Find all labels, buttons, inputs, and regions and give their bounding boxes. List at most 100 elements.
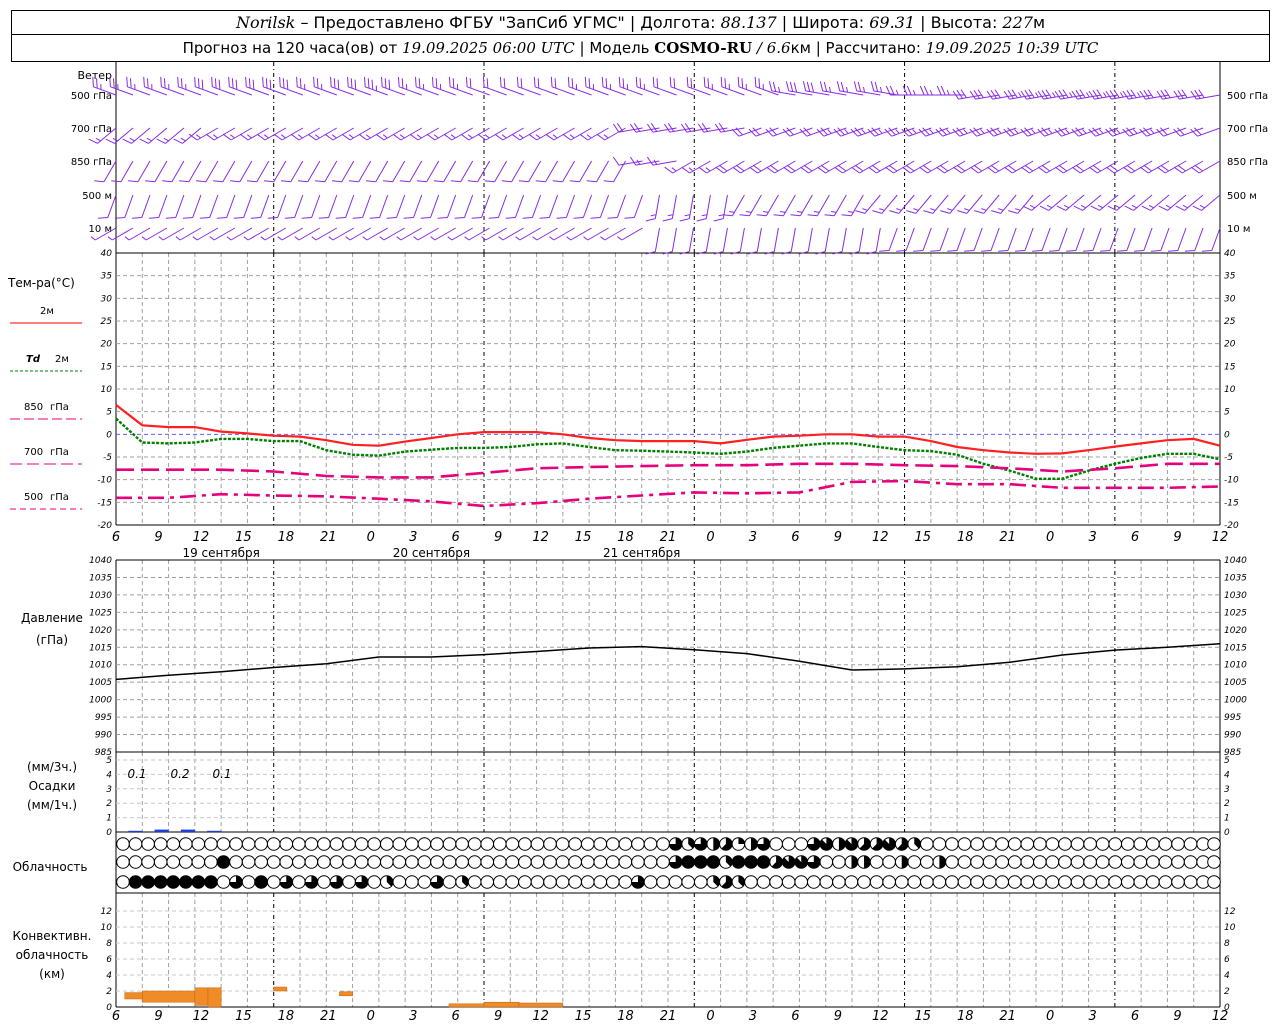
cloud-octa [317,875,331,889]
tick-label-y-right: 2 [1224,987,1230,997]
tick-label-y-right: 35 [1224,272,1236,282]
cloud-octa-fill [744,855,758,869]
wind-barb-half [192,236,198,241]
precip-value-label: 0.1 [212,767,231,781]
tick-label-y: 12 [101,907,113,917]
tick-label-y-right: 1010 [1224,661,1247,671]
wind-barb-half [878,129,883,134]
conv-cloud-bar [207,987,222,1008]
legend-label: гПа [50,447,69,458]
cloud-octa [166,837,181,851]
wind-barb-half [895,89,899,96]
wind-barb-flag [397,76,400,87]
tick-label-x: 12 [532,1009,549,1024]
cloud-octa [957,855,972,869]
wind-barb-flag [874,81,879,92]
wind-barb [499,76,524,96]
wind-barb [1054,127,1085,137]
wind-barb-shaft [247,227,270,241]
wind-barb-flag [314,180,325,183]
wind-barb [188,127,219,141]
cloud-octa [1146,837,1160,851]
tick-label-y: 6 [106,955,112,965]
cloud-octa [1007,837,1022,851]
cloud-octa [643,855,658,869]
wind-barb [681,160,711,174]
wind-barb [1032,227,1051,252]
wind-barb-flag [940,85,946,96]
precip-bar [154,829,169,832]
cloud-octa [1146,855,1160,869]
cloud-octa [819,855,834,869]
wind-barb-flag [213,180,223,183]
wind-barb-flag [160,76,162,87]
wind-barb [679,194,694,222]
wind-barb [477,127,507,141]
wind-barb [987,160,1017,174]
wind-barb-shaft [375,160,389,183]
wind-barb-shaft [188,160,202,183]
wind-barb [815,227,830,255]
wind-barb [1038,160,1068,174]
cloud-octa [518,837,532,851]
wind-barb-shaft [413,194,423,218]
wind-barb-shaft [621,227,643,241]
wind-barb [335,194,355,219]
wind-barb-half [243,236,249,241]
wind-barb [562,127,592,141]
wind-barb [782,127,813,137]
wind-barb-shaft [790,227,796,252]
wind-barb [781,227,796,255]
tick-label-x: 9 [154,530,162,545]
tick-label-x: 9 [154,1009,162,1024]
tick-label-y: 995 [95,713,112,723]
wind-barb-shaft [905,227,915,251]
wind-barb [697,123,728,133]
wind-barb [131,194,151,219]
cloud-octa [392,837,407,851]
wind-barb [209,227,236,241]
wind-level-label-right: 700 гПа [1227,124,1268,135]
cloud-octa-fill [738,837,745,844]
cloud-octa [1020,875,1035,889]
wind-barb [952,127,983,137]
wind-barb-flag [465,76,468,87]
tick-label-y: 1000 [89,696,112,706]
wind-barb [414,76,439,96]
wind-barb-flag [720,76,723,87]
wind-barb-shaft [1075,227,1085,251]
cloud-octa [1120,875,1135,889]
wind-barb [233,194,253,219]
wind-barb-shaft [315,227,338,241]
wind-barb [243,227,270,241]
tick-label-y-right: 1025 [1224,608,1247,618]
cloud-octa [292,855,306,869]
wind-barb-half [929,89,933,96]
cloud-octa-fill [254,875,268,889]
wind-barb-flag [906,85,912,96]
cloud-octa [1045,837,1060,851]
cloud-octa [882,875,896,889]
tick-label-y-right: -5 [1224,453,1233,463]
temp-title: Тем-ра(°С) [7,276,75,290]
wind-barb-half [90,236,96,241]
tick-label-x: 9 [1173,530,1181,545]
wind-barb-flag [754,76,757,87]
tick-label-y: -5 [103,453,112,463]
wind-barb-flag [467,180,478,183]
cloud-octa [442,855,457,869]
wind-barb [607,194,627,219]
wind-barb-shaft [633,194,643,218]
cloud-octa [844,875,859,889]
wind-barb [765,127,796,137]
wind-barb-flag [179,180,189,183]
cloud-octa [153,837,168,851]
wind-barb-flag [131,217,142,219]
wind-barb-flag [739,214,750,217]
cloud-octa [593,837,608,851]
wind-barb-half [379,236,385,241]
cloud-octa [1146,875,1160,889]
cloud-octa [1108,855,1123,869]
legend-prefix: 850 [24,402,43,413]
wind-barb-flag [679,218,690,222]
